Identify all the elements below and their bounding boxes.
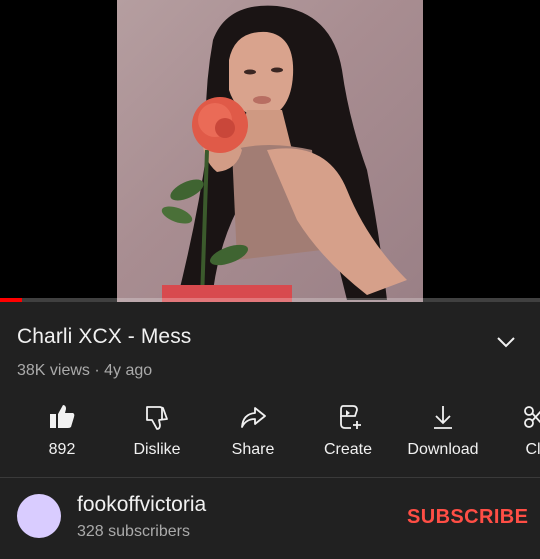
clip-label: Cl — [525, 441, 540, 458]
divider — [0, 477, 540, 478]
share-button[interactable]: Share — [208, 400, 298, 470]
thumbs-down-icon — [146, 406, 168, 430]
thumbs-up-filled-icon — [50, 405, 75, 428]
create-sparkle-icon — [340, 405, 361, 429]
chevron-down-icon[interactable] — [494, 330, 518, 354]
share-label: Share — [231, 441, 275, 458]
video-title: Charli XCX - Mess — [17, 325, 192, 348]
progress-track[interactable] — [0, 298, 540, 302]
download-label: Download — [407, 441, 479, 458]
video-meta: 38K views · 4y ago — [17, 362, 152, 380]
create-button[interactable]: Create — [303, 400, 393, 470]
thumbnail-photo — [161, 5, 407, 302]
like-button[interactable]: 892 — [17, 400, 107, 470]
upload-age: 4y ago — [104, 362, 153, 379]
channel-name[interactable]: fookoffvictoria — [77, 493, 206, 517]
progress-fill — [0, 298, 22, 302]
download-icon — [434, 406, 452, 429]
action-bar: 892 Dislike Share Create Download Cl — [0, 400, 540, 470]
clip-scissors-icon — [524, 406, 540, 428]
download-button[interactable]: Download — [398, 400, 488, 470]
dislike-button[interactable]: Dislike — [112, 400, 202, 470]
subscriber-count: 328 subscribers — [77, 523, 190, 540]
meta-separator: · — [89, 362, 105, 379]
video-player[interactable] — [0, 0, 540, 302]
subscribe-button[interactable]: SUBSCRIBE — [407, 506, 528, 529]
dislike-label: Dislike — [133, 441, 181, 458]
video-thumbnail[interactable] — [117, 0, 423, 302]
like-count: 892 — [48, 441, 76, 458]
create-label: Create — [323, 441, 373, 458]
clip-button[interactable]: Cl — [488, 400, 540, 470]
view-count: 38K views — [17, 362, 90, 379]
avatar[interactable] — [17, 494, 61, 538]
share-arrow-icon — [241, 407, 266, 428]
